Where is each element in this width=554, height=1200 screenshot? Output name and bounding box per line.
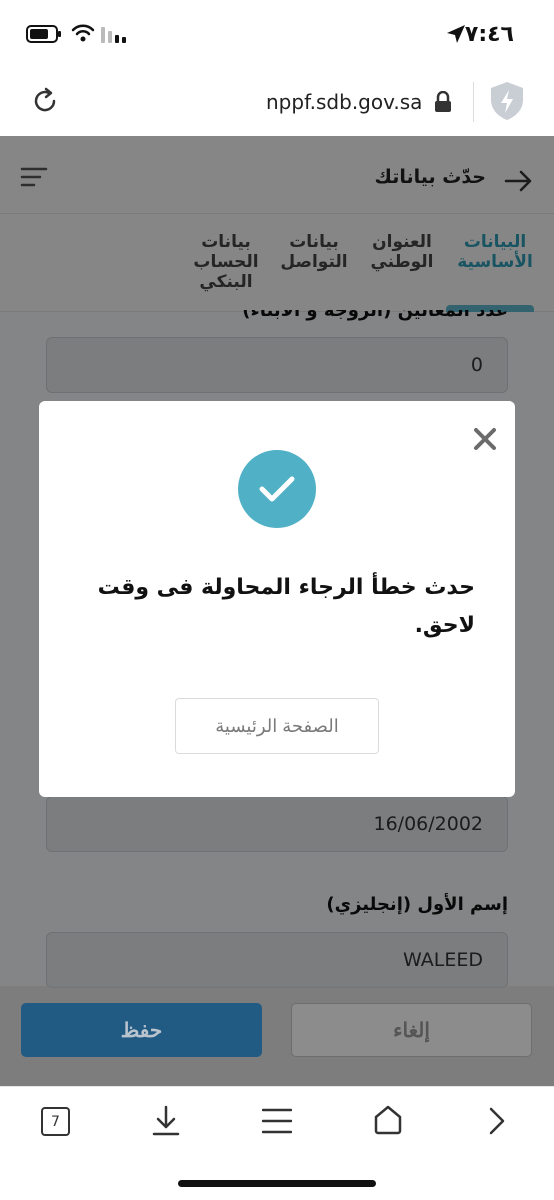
- home-page-button[interactable]: الصفحة الرئيسية: [175, 698, 379, 754]
- error-modal: حدث خطأ الرجاء المحاولة فى وقت لاحق. الص…: [39, 401, 515, 797]
- status-time: ٧:٤٦: [464, 22, 514, 47]
- check-circle-icon: [238, 450, 316, 528]
- modal-message: حدث خطأ الرجاء المحاولة فى وقت لاحق.: [97, 575, 475, 638]
- forward-chevron-icon[interactable]: [488, 1106, 506, 1140]
- browser-address-bar: nppf.sdb.gov.sa: [0, 70, 554, 136]
- hamburger-menu-icon[interactable]: [261, 1107, 293, 1139]
- wifi-icon: [71, 24, 95, 46]
- url-divider: [473, 82, 474, 122]
- tabs-count-icon[interactable]: 7: [41, 1107, 70, 1136]
- url-text[interactable]: nppf.sdb.gov.sa: [266, 90, 422, 114]
- lock-icon: [434, 90, 452, 117]
- download-icon[interactable]: [151, 1105, 181, 1141]
- location-arrow-icon: [446, 24, 466, 48]
- reload-icon[interactable]: [30, 86, 60, 120]
- signal-icon: [101, 27, 127, 47]
- home-icon[interactable]: [372, 1104, 404, 1140]
- close-icon[interactable]: [473, 427, 497, 455]
- shield-icon[interactable]: [489, 80, 525, 126]
- save-button[interactable]: حفظ: [21, 1003, 262, 1057]
- home-indicator: [178, 1180, 376, 1187]
- battery-icon: [26, 25, 62, 47]
- status-bar: ٧:٤٦: [0, 0, 554, 70]
- cancel-button[interactable]: إلغاء: [291, 1003, 532, 1057]
